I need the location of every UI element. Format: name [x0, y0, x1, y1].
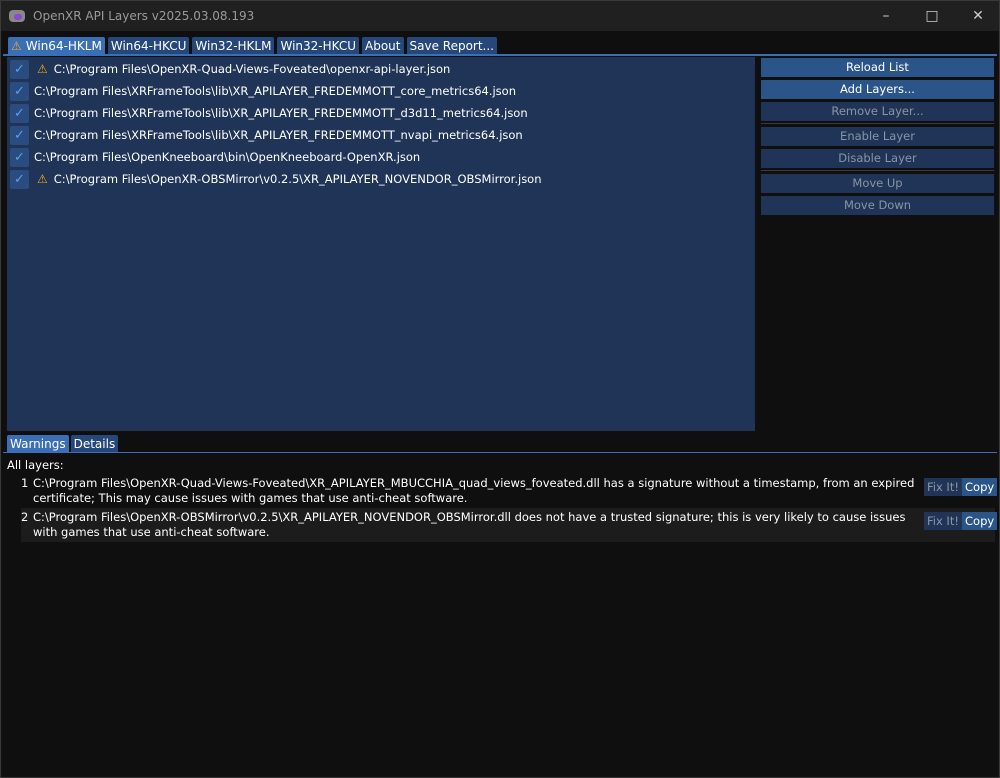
maximize-button[interactable]: □	[909, 1, 955, 31]
tab-about[interactable]: About	[362, 37, 404, 55]
bottom-tab-bar: Warnings Details	[7, 435, 119, 453]
layer-checkbox[interactable]: ✓	[10, 169, 29, 189]
tab-win32-hkcu[interactable]: Win32-HKCU	[277, 37, 360, 55]
move-up-button[interactable]: Move Up	[761, 174, 994, 193]
layer-row[interactable]: ✓ ⚠ C:\Program Files\OpenXR-Quad-Views-Fov…	[10, 59, 450, 79]
fix-it-button[interactable]: Fix It!	[924, 512, 962, 530]
warning-row: 1 C:\Program Files\OpenXR-Quad-Views-Fov…	[21, 474, 998, 508]
layer-checkbox[interactable]: ✓	[10, 125, 29, 145]
layer-path: C:\Program Files\OpenXR-Quad-Views-Fovea…	[53, 62, 451, 76]
layer-path: C:\Program Files\OpenXR-OBSMirror\v0.2.5…	[53, 172, 542, 186]
warning-number: 1	[21, 476, 29, 490]
close-button[interactable]: ✕	[955, 1, 1000, 31]
layer-list[interactable]: ✓ ⚠ C:\Program Files\OpenXR-Quad-Views-Fov…	[7, 57, 755, 431]
tab-divider	[3, 452, 997, 453]
tab-warnings[interactable]: Warnings	[7, 435, 69, 453]
layer-path: C:\Program Files\XRFrameTools\lib\XR_API…	[34, 128, 523, 142]
layer-row[interactable]: ✓ ⚠ C:\Program Files\OpenXR-OBSMirror\v0.2…	[10, 169, 542, 189]
layer-checkbox[interactable]: ✓	[10, 103, 29, 123]
add-layers-button[interactable]: Add Layers...	[761, 80, 994, 99]
remove-layer-button[interactable]: Remove Layer...	[761, 102, 994, 121]
layer-checkbox[interactable]: ✓	[10, 59, 29, 79]
disable-layer-button[interactable]: Disable Layer	[761, 149, 994, 168]
tab-win64-hklm[interactable]: ⚠ Win64-HKLM	[8, 37, 105, 55]
tab-save-report[interactable]: Save Report...	[406, 37, 497, 55]
layer-checkbox[interactable]: ✓	[10, 81, 29, 101]
fix-it-button[interactable]: Fix It!	[924, 478, 962, 496]
reload-list-button[interactable]: Reload List	[761, 58, 994, 77]
tab-win32-hklm[interactable]: Win32-HKLM	[192, 37, 275, 55]
title-bar[interactable]: OpenXR API Layers v2025.03.08.193 – □ ✕	[1, 1, 999, 31]
app-window: OpenXR API Layers v2025.03.08.193 – □ ✕ …	[0, 0, 1000, 778]
warning-icon: ⚠	[37, 172, 48, 186]
warning-row: 2 C:\Program Files\OpenXR-OBSMirror\v0.2…	[21, 508, 998, 542]
layer-row[interactable]: ✓ C:\Program Files\XRFrameTools\lib\XR_AP…	[10, 125, 523, 145]
warning-text: C:\Program Files\OpenXR-OBSMirror\v0.2.5…	[33, 510, 906, 539]
layer-path: C:\Program Files\XRFrameTools\lib\XR_API…	[34, 106, 528, 120]
window-title: OpenXR API Layers v2025.03.08.193	[33, 9, 255, 23]
minimize-button[interactable]: –	[863, 1, 909, 31]
separator	[761, 123, 994, 124]
layer-checkbox[interactable]: ✓	[10, 147, 29, 167]
warning-icon: ⚠	[11, 39, 22, 53]
tab-details[interactable]: Details	[70, 435, 119, 453]
tab-label: Win64-HKLM	[25, 39, 102, 53]
copy-button[interactable]: Copy	[962, 478, 998, 496]
tab-divider	[3, 54, 997, 56]
layer-row[interactable]: ✓ C:\Program Files\XRFrameTools\lib\XR_AP…	[10, 81, 516, 101]
layer-path: C:\Program Files\XRFrameTools\lib\XR_API…	[34, 84, 516, 98]
separator	[761, 170, 994, 171]
warning-number: 2	[21, 510, 29, 524]
warnings-header: All layers:	[7, 458, 64, 472]
tab-win64-hkcu[interactable]: Win64-HKCU	[107, 37, 190, 55]
app-icon	[9, 10, 25, 22]
tab-bar: ⚠ Win64-HKLM Win64-HKCU Win32-HKLM Win32-…	[8, 37, 497, 55]
move-down-button[interactable]: Move Down	[761, 196, 994, 215]
layer-row[interactable]: ✓ C:\Program Files\XRFrameTools\lib\XR_AP…	[10, 103, 528, 123]
layer-row[interactable]: ✓ C:\Program Files\OpenKneeboard\bin\Open…	[10, 147, 420, 167]
layer-path: C:\Program Files\OpenKneeboard\bin\OpenK…	[34, 150, 421, 164]
warning-text: C:\Program Files\OpenXR-Quad-Views-Fovea…	[33, 476, 915, 505]
copy-button[interactable]: Copy	[962, 512, 998, 530]
warning-icon: ⚠	[37, 62, 48, 76]
enable-layer-button[interactable]: Enable Layer	[761, 127, 994, 146]
